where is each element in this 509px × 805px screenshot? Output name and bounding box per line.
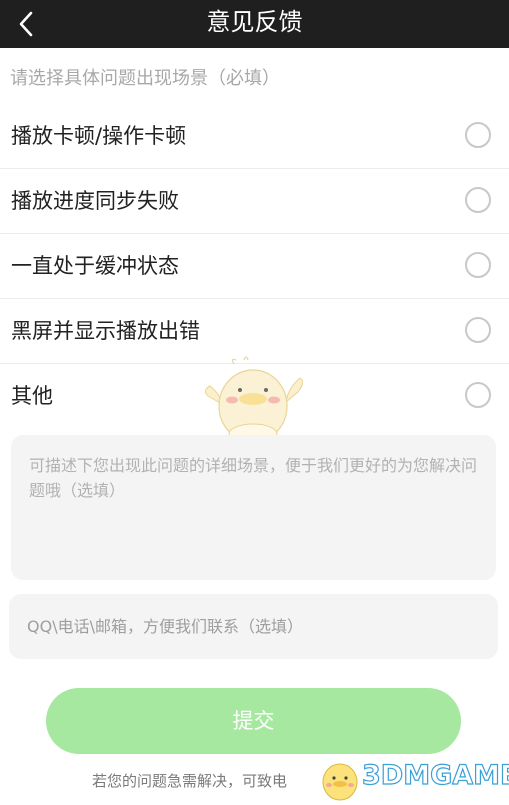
- mascot-logo-icon: [322, 763, 358, 801]
- site-watermark: 3DMGAME: [318, 752, 509, 804]
- option-playback-lag[interactable]: 播放卡顿/操作卡顿: [0, 104, 509, 169]
- option-black-screen[interactable]: 黑屏并显示播放出错: [0, 299, 509, 364]
- option-sync-failed[interactable]: 播放进度同步失败: [0, 169, 509, 234]
- watermark-text: 3DMGAME: [361, 759, 509, 791]
- submit-button[interactable]: 提交: [46, 688, 461, 754]
- radio-button[interactable]: [465, 252, 491, 278]
- section-label: 请选择具体问题出现场景（必填）: [10, 68, 280, 89]
- description-textarea[interactable]: 可描述下您出现此问题的详细场景，便于我们更好的为您解决问题哦（选填）: [11, 435, 496, 580]
- radio-button[interactable]: [465, 317, 491, 343]
- radio-button[interactable]: [465, 382, 491, 408]
- option-label: 播放卡顿/操作卡顿: [11, 124, 187, 148]
- contact-input[interactable]: QQ\电话\邮箱，方便我们联系（选填）: [9, 594, 498, 659]
- radio-button[interactable]: [465, 122, 491, 148]
- radio-button[interactable]: [465, 187, 491, 213]
- footer-note: 若您的问题急需解决，可致电: [92, 772, 288, 790]
- header-bar: 意见反馈: [0, 0, 509, 48]
- page-title: 意见反馈: [206, 8, 303, 36]
- option-buffering[interactable]: 一直处于缓冲状态: [0, 234, 509, 299]
- option-label: 其他: [11, 384, 53, 408]
- option-label: 一直处于缓冲状态: [11, 254, 179, 278]
- option-label: 播放进度同步失败: [11, 189, 179, 213]
- option-label: 黑屏并显示播放出错: [11, 319, 200, 343]
